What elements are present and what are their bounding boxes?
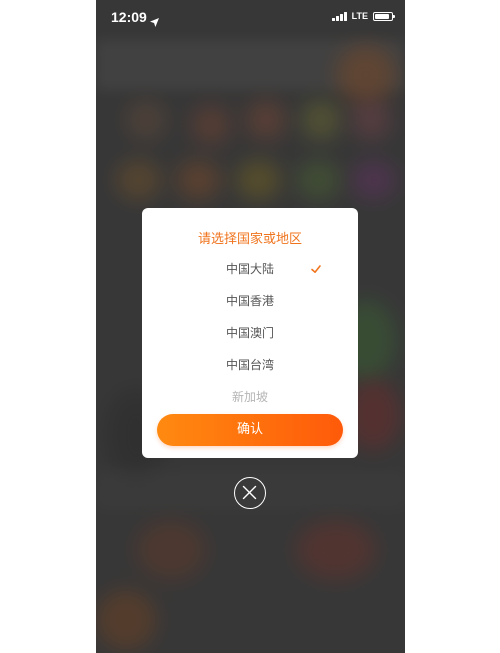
status-bar: 12:09 LTE [96, 0, 405, 36]
region-option[interactable]: 中国大陆 [142, 257, 358, 281]
region-option-label: 中国澳门 [225, 326, 274, 340]
network-label: LTE [351, 11, 368, 21]
status-indicators: LTE [332, 11, 395, 21]
region-select-dialog: 请选择国家或地区 中国大陆 中国香港 中国澳门 中国台湾 新加坡 确认 [142, 208, 358, 458]
region-option[interactable]: 新加坡 [142, 385, 358, 409]
battery-icon [373, 11, 395, 21]
region-option[interactable]: 中国香港 [142, 289, 358, 313]
battery-level [375, 13, 389, 19]
region-option-label: 新加坡 [231, 390, 268, 404]
region-option-label: 中国台湾 [225, 358, 274, 372]
location-arrow-icon [150, 12, 159, 31]
region-option-label: 中国香港 [225, 294, 274, 308]
status-time: 12:09 [111, 9, 147, 25]
confirm-button[interactable]: 确认 [157, 414, 343, 446]
phone-screen: 12:09 LTE 请选择国家或地区 中国大陆 中国香港 中国澳门 中国台湾 新… [96, 0, 405, 653]
signal-icon [332, 11, 347, 21]
check-icon [311, 265, 321, 273]
dialog-title: 请选择国家或地区 [197, 232, 302, 247]
region-option[interactable]: 中国台湾 [142, 353, 358, 377]
region-option-label: 中国大陆 [225, 262, 274, 276]
close-icon [242, 485, 257, 500]
close-button[interactable] [234, 477, 266, 509]
region-option[interactable]: 中国澳门 [142, 321, 358, 345]
